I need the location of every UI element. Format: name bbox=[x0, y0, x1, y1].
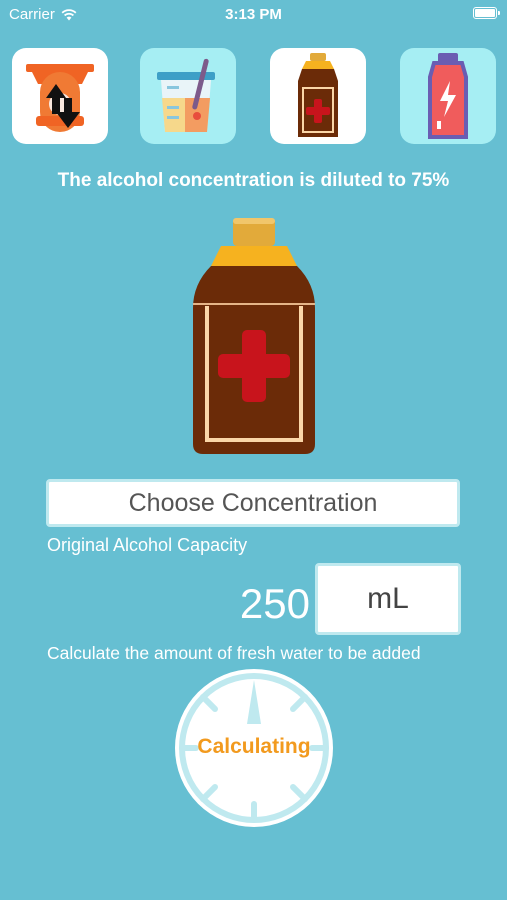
alcohol-bottle-tab[interactable] bbox=[270, 48, 366, 144]
energy-drink-icon bbox=[428, 53, 468, 139]
drink-bottle-tab[interactable] bbox=[400, 48, 496, 144]
scale-tab[interactable] bbox=[12, 48, 108, 144]
calculate-button-label[interactable]: Calculating bbox=[170, 735, 338, 759]
status-time: 3:13 PM bbox=[225, 6, 282, 23]
alcohol-bottle-illustration bbox=[193, 218, 315, 454]
tool-tabs bbox=[0, 48, 507, 148]
beaker-tab[interactable] bbox=[140, 48, 236, 144]
medicine-bottle-icon bbox=[298, 53, 338, 137]
dilution-headline: The alcohol concentration is diluted to … bbox=[57, 170, 450, 191]
capacity-label: Original Alcohol Capacity bbox=[47, 535, 248, 555]
battery-icon bbox=[473, 7, 500, 19]
scale-arrows-icon bbox=[26, 64, 94, 132]
choose-concentration-button[interactable]: Choose Concentration bbox=[46, 479, 460, 527]
capacity-input[interactable]: 250 bbox=[180, 580, 310, 628]
status-bar: Carrier 3:13 PM bbox=[0, 0, 507, 28]
unit-selector[interactable]: mL bbox=[315, 563, 461, 635]
beaker-icon bbox=[157, 58, 215, 132]
water-label: Calculate the amount of fresh water to b… bbox=[47, 643, 421, 663]
